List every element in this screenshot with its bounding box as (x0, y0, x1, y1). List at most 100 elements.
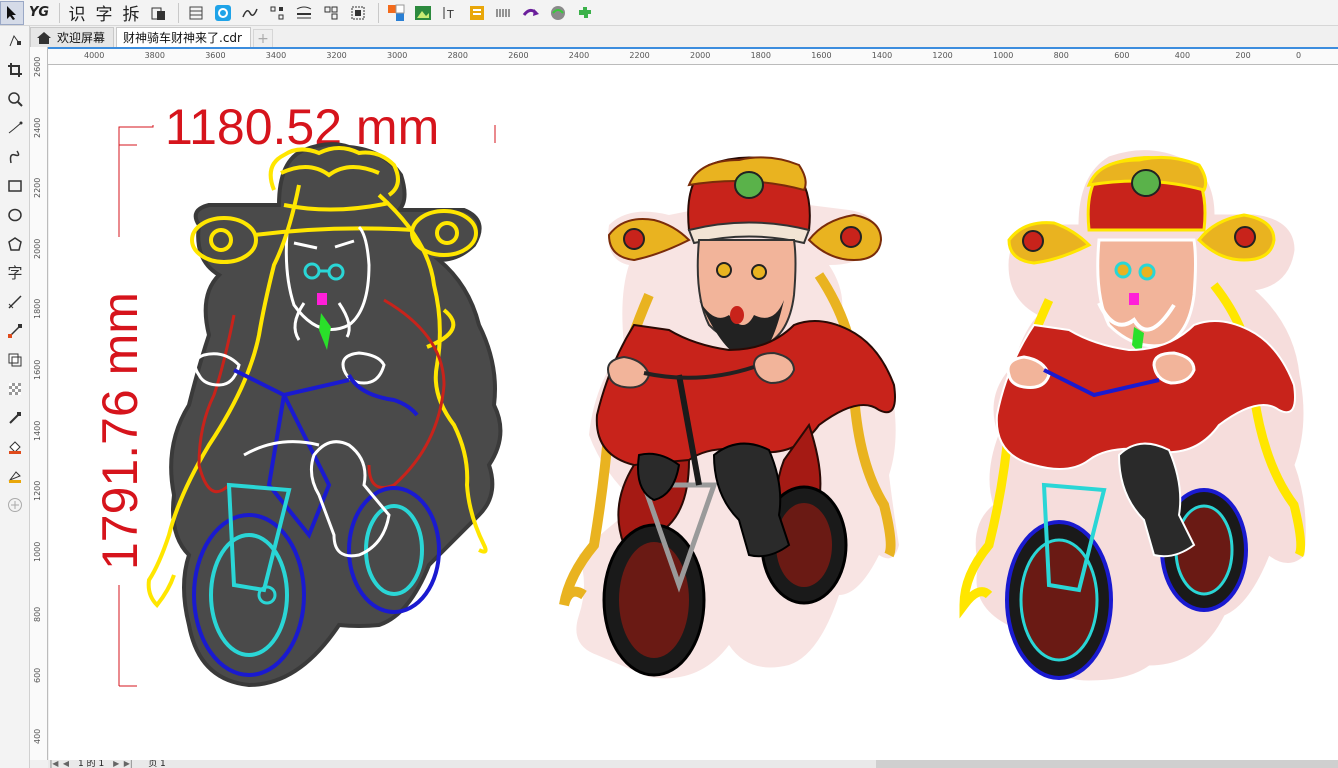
h-ruler-label: 1800 (750, 51, 771, 60)
height-dimension-label[interactable]: 1791.76 mm (92, 292, 148, 570)
table-icon[interactable] (184, 1, 208, 25)
v-ruler-label: 2400 (33, 117, 42, 138)
page-count: 1 的 1 (78, 760, 105, 768)
svg-text:T: T (446, 8, 454, 21)
neon-outline-figure[interactable] (146, 142, 503, 688)
top-toolbar: YG 识 字 拆 T (0, 0, 1338, 26)
list-icon[interactable] (465, 1, 489, 25)
add-tab-button[interactable]: + (252, 29, 273, 47)
color-illustration-figure[interactable] (559, 156, 899, 679)
v-ruler-label: 400 (33, 728, 42, 744)
eyedropper-tool-icon[interactable] (0, 403, 30, 432)
left-toolbox: 字 (0, 26, 30, 768)
prev-page-button[interactable]: ◀ (60, 760, 72, 768)
h-ruler-label: 1200 (932, 51, 953, 60)
macro-icon[interactable] (519, 1, 543, 25)
page-tab[interactable]: 页 1 (148, 760, 166, 768)
pattern-icon[interactable] (211, 1, 235, 25)
v-ruler-label: 1200 (33, 480, 42, 502)
barcode-icon[interactable] (492, 1, 516, 25)
h-ruler-label: 4000 (84, 51, 105, 60)
shadow-tool-icon[interactable] (0, 345, 30, 374)
toolbar-separator (178, 2, 179, 23)
v-ruler-label: 2200 (33, 177, 42, 199)
toolbar-separator (59, 2, 60, 23)
h-ruler-label: 600 (1114, 51, 1130, 60)
h-ruler-label: 200 (1235, 51, 1251, 60)
globe-icon[interactable] (546, 1, 570, 25)
text-button[interactable]: 字 (92, 1, 116, 25)
split-button[interactable]: 拆 (119, 1, 143, 25)
tab-welcome-label: 欢迎屏幕 (57, 31, 106, 45)
lines-icon[interactable] (292, 1, 316, 25)
h-ruler-label: 400 (1174, 51, 1191, 60)
zoom-tool-icon[interactable] (0, 84, 30, 113)
tab-document-label: 财神骑车财神来了.cdr (123, 31, 242, 45)
rectangle-tool-icon[interactable] (0, 171, 30, 200)
text-tool-icon[interactable]: 字 (0, 258, 30, 287)
h-ruler-label: 1600 (811, 51, 832, 60)
next-page-button[interactable]: ▶ (110, 760, 122, 768)
frame-select-icon[interactable] (346, 1, 370, 25)
h-ruler-label: 2200 (629, 51, 650, 60)
combined-figure[interactable] (959, 150, 1306, 681)
curve-icon[interactable] (238, 1, 262, 25)
v-ruler-label: 2000 (33, 238, 42, 259)
yg-plugin-button[interactable]: YG (27, 1, 51, 25)
shape-tool-icon[interactable] (0, 26, 30, 55)
transparency-tool-icon[interactable] (0, 374, 30, 403)
recognize-button[interactable]: 识 (65, 1, 89, 25)
h-ruler-label: 3000 (387, 51, 408, 60)
color-palette-icon[interactable] (384, 1, 408, 25)
h-ruler-label: 2400 (568, 51, 590, 60)
tab-document[interactable]: 财神骑车财神来了.cdr (116, 27, 251, 47)
toolbar-separator (378, 2, 379, 23)
horizontal-ruler[interactable]: 4000 3800 3600 3400 3200 3000 2800 2600 2400 2200… (48, 47, 1338, 65)
v-ruler-label: 1800 (33, 299, 42, 320)
v-ruler-label: 1000 (33, 541, 42, 562)
text-frame-icon[interactable]: T (438, 1, 462, 25)
fill-tool-icon[interactable] (0, 432, 30, 461)
last-page-button[interactable]: ▶| (122, 760, 134, 768)
h-ruler-label: 3800 (144, 51, 165, 60)
v-ruler-label: 1400 (33, 420, 42, 441)
h-ruler-label: 2000 (690, 51, 711, 60)
drawing-canvas[interactable]: 1180.52 mm 1791.76 mm (49, 65, 1338, 760)
h-ruler-label: 3200 (326, 51, 347, 60)
connector-tool-icon[interactable] (0, 316, 30, 345)
ellipse-tool-icon[interactable] (0, 200, 30, 229)
h-ruler-label: 3400 (265, 51, 287, 60)
arrange-icon[interactable] (319, 1, 343, 25)
clipboard-icon[interactable] (146, 1, 170, 25)
tab-welcome-screen[interactable]: 欢迎屏幕 (30, 27, 115, 47)
first-page-button[interactable]: |◀ (48, 760, 60, 768)
add-tool-icon[interactable] (0, 490, 30, 519)
v-ruler-label: 600 (33, 667, 42, 683)
artwork-svg[interactable]: 1180.52 mm 1791.76 mm (49, 65, 1338, 760)
document-tabs: 欢迎屏幕 财神骑车财神来了.cdr + (30, 27, 273, 47)
h-ruler-label: 1000 (993, 51, 1014, 60)
smart-fill-icon[interactable] (0, 461, 30, 490)
h-ruler-label: 2800 (447, 51, 468, 60)
polygon-tool-icon[interactable] (0, 229, 30, 258)
h-ruler-label: 3600 (205, 51, 226, 60)
image-icon[interactable] (411, 1, 435, 25)
node-icon[interactable] (265, 1, 289, 25)
h-ruler-label: 0 (1296, 51, 1302, 60)
home-icon (37, 31, 51, 44)
width-dimension-label[interactable]: 1180.52 mm (165, 99, 439, 155)
h-ruler-label: 2600 (508, 51, 529, 60)
h-ruler-label: 800 (1053, 51, 1069, 60)
h-ruler-label: 1400 (871, 51, 893, 60)
dimension-tool-icon[interactable] (0, 287, 30, 316)
puzzle-icon[interactable] (573, 1, 597, 25)
v-ruler-label: 2600 (33, 56, 42, 77)
freehand-tool-icon[interactable] (0, 113, 30, 142)
v-ruler-label: 1600 (33, 359, 42, 380)
v-ruler-label: 800 (33, 607, 42, 623)
vertical-ruler[interactable]: 2600 2400 2200 2000 1800 1600 1400 1200 1000 800 6… (30, 47, 48, 760)
pick-tool-button[interactable] (0, 0, 24, 25)
artistic-media-icon[interactable] (0, 142, 30, 171)
horizontal-scrollbar[interactable] (876, 760, 1338, 768)
crop-tool-icon[interactable] (0, 55, 30, 84)
